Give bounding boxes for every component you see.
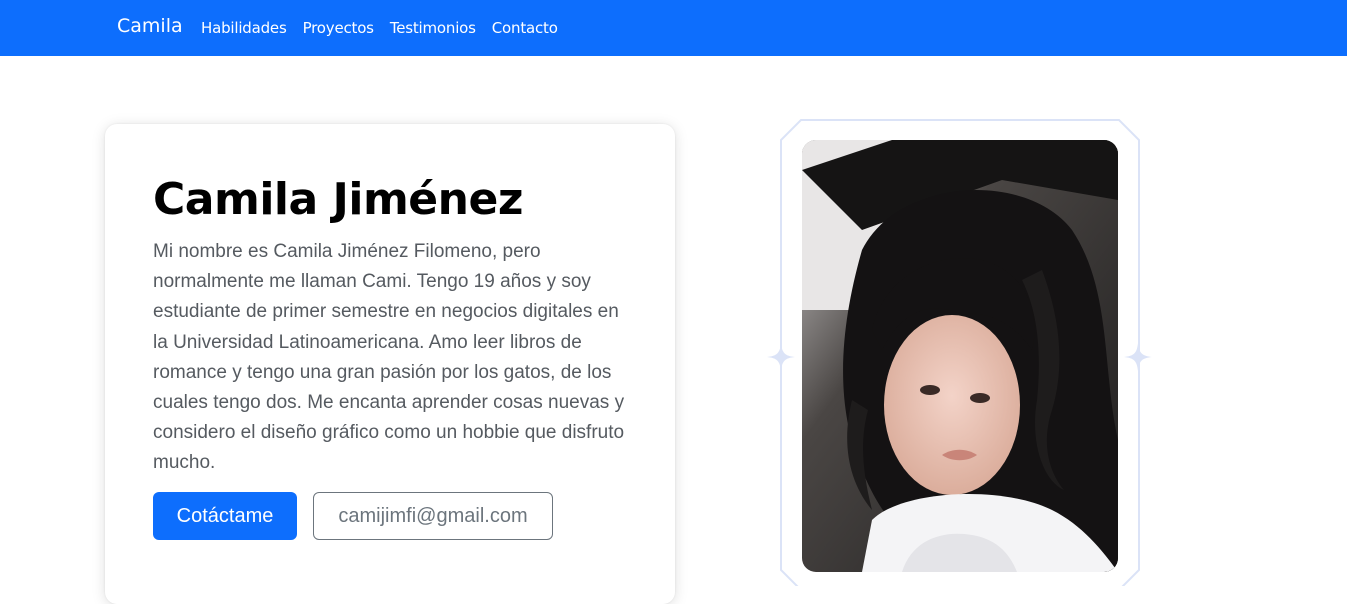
nav-links: Habilidades Proyectos Testimonios Contac… [201,18,574,37]
hero-bio: Mi nombre es Camila Jiménez Filomeno, pe… [153,241,625,474]
sparkle-icon [1124,343,1152,371]
portrait-frame [765,118,1155,586]
nav-link-testimonios[interactable]: Testimonios [390,19,476,37]
email-button[interactable]: camijimfi@gmail.com [313,492,553,540]
nav-link-contacto[interactable]: Contacto [492,19,558,37]
profile-photo-illustration [802,140,1118,572]
intro-card: Camila Jiménez Mi nombre es Camila Jimén… [105,124,675,604]
profile-photo [802,140,1118,572]
nav-link-proyectos[interactable]: Proyectos [303,19,374,37]
nav-link-habilidades[interactable]: Habilidades [201,19,287,37]
hero-name: Camila Jiménez [153,174,523,225]
brand-link[interactable]: Camila [117,15,183,37]
sparkle-icon [767,343,795,371]
contact-button[interactable]: Cotáctame [153,492,297,540]
navbar: Camila Habilidades Proyectos Testimonios… [0,0,1347,56]
